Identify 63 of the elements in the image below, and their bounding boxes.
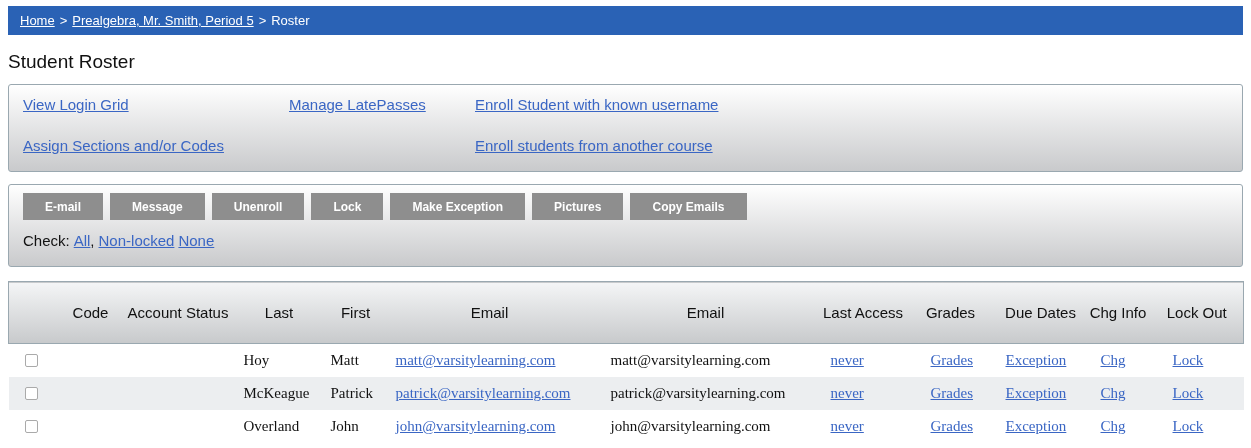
- column-header: Chg Info: [1089, 304, 1147, 321]
- breadcrumb-link[interactable]: Home: [20, 10, 55, 31]
- exception-link[interactable]: Exception: [1005, 384, 1067, 401]
- last-access-link[interactable]: never: [830, 417, 864, 434]
- table-cell: Matt: [330, 352, 359, 368]
- exception-link[interactable]: Exception: [1005, 417, 1067, 434]
- email-link[interactable]: matt@varsitylearning.com: [395, 352, 556, 368]
- email-link[interactable]: patrick@varsitylearning.com: [395, 384, 571, 401]
- last-access-link[interactable]: never: [830, 384, 864, 401]
- action-link[interactable]: Assign Sections and/or Codes: [23, 134, 289, 157]
- email-link[interactable]: john@varsitylearning.com: [395, 417, 556, 434]
- lock-link[interactable]: Lock: [1172, 417, 1204, 434]
- column-header: Last Access: [822, 304, 903, 321]
- check-link[interactable]: Non-locked: [98, 230, 175, 253]
- last-access-link[interactable]: never: [830, 352, 864, 368]
- table-cell: Overland: [243, 417, 300, 434]
- column-header: Code: [72, 304, 109, 321]
- column-header: Grades: [925, 304, 976, 321]
- action-button[interactable]: Make Exception: [390, 193, 526, 220]
- lock-link[interactable]: Lock: [1172, 384, 1204, 401]
- column-header: Email: [686, 304, 725, 321]
- action-link[interactable]: Enroll Student with known username: [475, 94, 1228, 117]
- table-cell: john@varsitylearning.com: [610, 417, 771, 434]
- change-info-link[interactable]: Chg: [1100, 384, 1126, 401]
- table-cell: John: [330, 417, 359, 434]
- grades-link[interactable]: Grades: [930, 384, 973, 401]
- lock-link[interactable]: Lock: [1172, 352, 1204, 368]
- table-cell: matt@varsitylearning.com: [610, 352, 771, 368]
- action-link[interactable]: Enroll students from another course: [475, 134, 1228, 157]
- table-cell: McKeague: [243, 384, 310, 401]
- action-link[interactable]: View Login Grid: [23, 94, 289, 117]
- grades-link[interactable]: Grades: [930, 417, 973, 434]
- column-header: Email: [470, 304, 509, 321]
- column-header: Last: [264, 304, 294, 321]
- table-cell: Hoy: [243, 352, 270, 368]
- column-header: Account Status: [127, 304, 229, 321]
- column-header: First: [340, 304, 371, 321]
- row-checkbox[interactable]: [24, 386, 38, 400]
- row-checkbox[interactable]: [24, 353, 38, 367]
- check-separator: ,: [90, 231, 95, 251]
- column-header: Lock Out: [1166, 304, 1227, 321]
- action-button[interactable]: E-mail: [23, 193, 103, 220]
- breadcrumb-link[interactable]: Prealgebra, Mr. Smith, Period 5: [72, 10, 254, 31]
- breadcrumb-current: Roster: [271, 11, 310, 30]
- change-info-link[interactable]: Chg: [1100, 352, 1126, 368]
- action-button[interactable]: Unenroll: [211, 193, 305, 220]
- action-link[interactable]: Manage LatePasses: [289, 94, 475, 117]
- breadcrumb-separator: >: [258, 11, 267, 30]
- table-cell: patrick@varsitylearning.com: [610, 384, 786, 401]
- breadcrumb-separator: >: [59, 11, 68, 30]
- page-title: Student Roster: [8, 50, 136, 74]
- change-info-link[interactable]: Chg: [1100, 417, 1126, 434]
- check-link[interactable]: None: [178, 230, 215, 253]
- check-label: Check:: [23, 231, 70, 251]
- action-button[interactable]: Lock: [311, 193, 384, 220]
- column-header: Due Dates: [1005, 304, 1076, 321]
- action-button[interactable]: Message: [110, 193, 205, 220]
- action-button[interactable]: Copy Emails: [630, 193, 747, 220]
- row-checkbox[interactable]: [24, 419, 38, 433]
- grades-link[interactable]: Grades: [930, 352, 973, 368]
- action-button[interactable]: Pictures: [532, 193, 624, 220]
- table-cell: Patrick: [330, 384, 373, 401]
- exception-link[interactable]: Exception: [1005, 352, 1067, 368]
